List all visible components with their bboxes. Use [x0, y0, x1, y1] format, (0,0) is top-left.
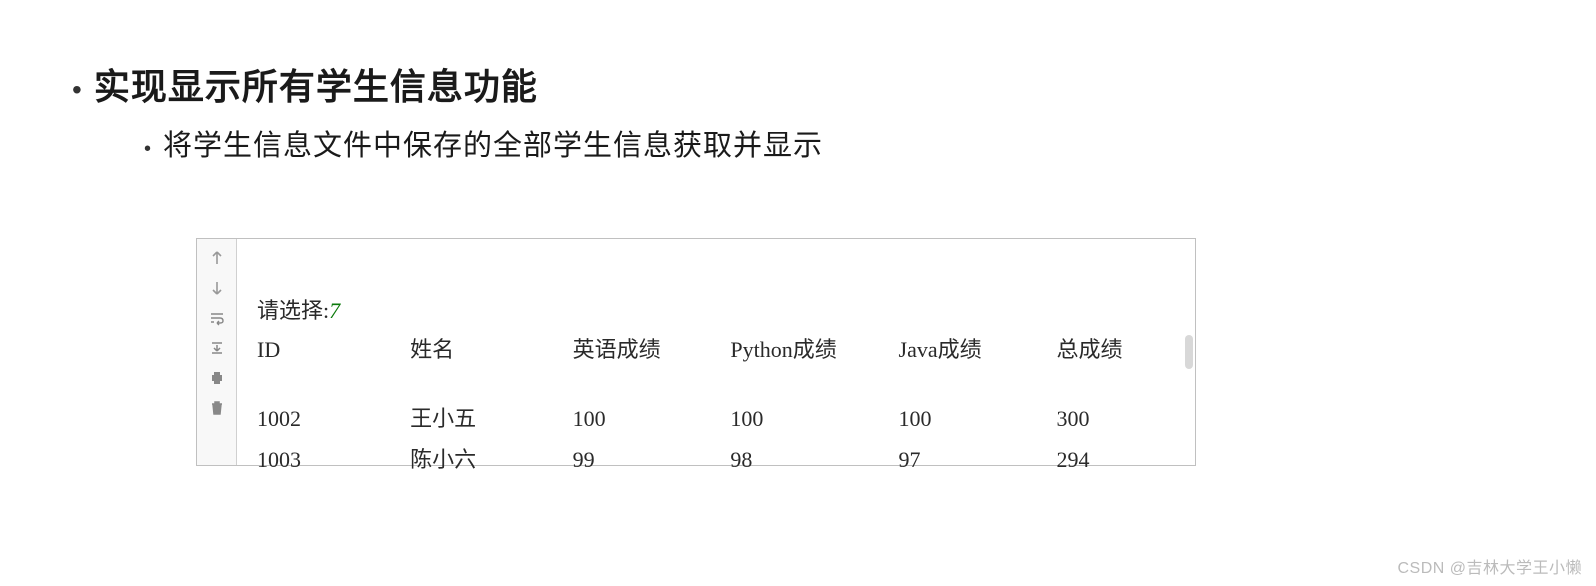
table-header-row: ID 姓名 英语成绩 Python成绩 Java成绩 总成绩 — [257, 329, 1175, 367]
arrow-down-icon[interactable] — [208, 279, 226, 297]
main-bullet-item: • 实现显示所有学生信息功能 — [72, 58, 1596, 110]
print-icon[interactable] — [208, 369, 226, 387]
header-python: Python成绩 — [730, 329, 898, 367]
cell-java: 97 — [899, 436, 1057, 477]
header-name: 姓名 — [410, 329, 573, 367]
cell-english: 99 — [573, 436, 731, 477]
cell-id: 1003 — [257, 436, 410, 477]
cell-total: 294 — [1056, 436, 1175, 477]
spacer-row — [257, 367, 1175, 395]
cell-english: 100 — [573, 395, 731, 436]
header-id: ID — [257, 329, 410, 367]
header-total: 总成绩 — [1056, 329, 1175, 367]
watermark-text: CSDN @吉林大学王小懒 — [1397, 554, 1582, 578]
prompt-line: 请选择:7 — [257, 293, 1175, 325]
bullet-dot-icon: • — [72, 76, 82, 104]
cell-id: 1002 — [257, 395, 410, 436]
table-row: 1002 王小五 100 100 100 300 — [257, 395, 1175, 436]
wrap-icon[interactable] — [208, 309, 226, 327]
cell-name: 陈小六 — [410, 436, 573, 477]
cell-java: 100 — [899, 395, 1057, 436]
arrow-up-icon[interactable] — [208, 249, 226, 267]
terminal-body: 请选择:7 ID 姓名 英语成绩 Python成绩 Java成绩 总成绩 100… — [237, 239, 1195, 465]
cell-name: 王小五 — [410, 395, 573, 436]
scroll-end-icon[interactable] — [208, 339, 226, 357]
prompt-label: 请选择: — [257, 298, 329, 323]
table-row: 1003 陈小六 99 98 97 294 — [257, 436, 1175, 477]
sub-bullet-item: • 将学生信息文件中保存的全部学生信息获取并显示 — [144, 122, 1596, 164]
cell-python: 100 — [730, 395, 898, 436]
header-java: Java成绩 — [899, 329, 1057, 367]
bullet-dot-icon: • — [144, 139, 151, 159]
terminal-gutter — [197, 239, 237, 465]
header-english: 英语成绩 — [573, 329, 731, 367]
scrollbar-thumb[interactable] — [1185, 335, 1193, 369]
cell-total: 300 — [1056, 395, 1175, 436]
trash-icon[interactable] — [208, 399, 226, 417]
prompt-input-value: 7 — [329, 298, 340, 323]
terminal-output-panel: 请选择:7 ID 姓名 英语成绩 Python成绩 Java成绩 总成绩 100… — [196, 238, 1196, 466]
cell-python: 98 — [730, 436, 898, 477]
main-heading: 实现显示所有学生信息功能 — [94, 58, 538, 110]
document-content: • 实现显示所有学生信息功能 • 将学生信息文件中保存的全部学生信息获取并显示 — [0, 0, 1596, 466]
student-table: ID 姓名 英语成绩 Python成绩 Java成绩 总成绩 1002 王小五 … — [257, 329, 1175, 477]
sub-heading: 将学生信息文件中保存的全部学生信息获取并显示 — [163, 122, 823, 164]
